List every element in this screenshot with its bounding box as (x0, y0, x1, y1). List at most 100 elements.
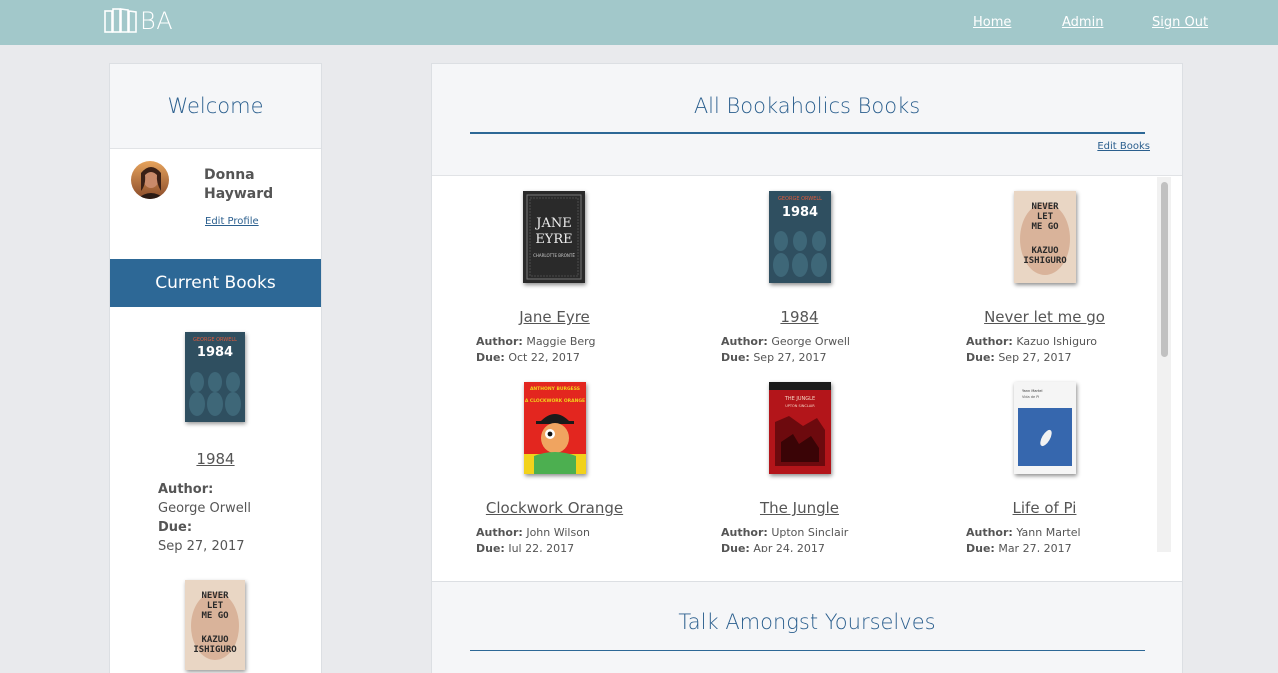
book-meta: Author: Yann Martel Due: Mar 27, 2017 (966, 525, 1081, 552)
svg-text:THE JUNGLE: THE JUNGLE (784, 396, 815, 402)
current-books-title: Current Books (155, 273, 276, 293)
svg-text:EYRE: EYRE (535, 232, 572, 247)
edit-books-link[interactable]: Edit Books (1097, 141, 1150, 152)
svg-text:ANTHONY BURGESS: ANTHONY BURGESS (530, 386, 580, 392)
book-title[interactable]: Never let me go (922, 308, 1167, 326)
cover-clockwork-orange-icon: ANTHONY BURGESS A CLOCKWORK ORANGE (524, 382, 586, 474)
welcome-title: Welcome (167, 94, 264, 118)
talk-title: Talk Amongst Yourselves (678, 610, 936, 634)
top-nav-bar: BA Home Admin Sign Out (0, 0, 1278, 45)
book-logo-icon (104, 8, 137, 33)
current-book-meta: Author: George Orwell Due: Sep 27, 2017 (158, 480, 251, 556)
author-label: Author: (158, 482, 214, 497)
logo[interactable]: BA (104, 6, 173, 36)
current-book-title[interactable]: 1984 (110, 450, 321, 468)
all-books-panel: All Bookaholics Books Edit Books JANE EY… (431, 63, 1183, 583)
all-books-header: All Bookaholics Books Edit Books (432, 64, 1182, 176)
book-cover-never-let-me-go[interactable]: NEVER LET ME GO KAZUO ISHIGURO (1014, 191, 1076, 283)
author-name: George Orwell (158, 501, 251, 516)
due-date: Sep 27, 2017 (998, 351, 1072, 364)
book-cover-clockwork-orange[interactable]: ANTHONY BURGESS A CLOCKWORK ORANGE (524, 382, 586, 474)
book-title[interactable]: The Jungle (677, 499, 922, 517)
svg-text:GEORGE ORWELL: GEORGE ORWELL (778, 196, 822, 202)
due-date: Sep 27, 2017 (158, 539, 245, 554)
svg-text:NEVER: NEVER (201, 591, 229, 601)
book-cover-life-of-pi[interactable]: Yann Martel Vida de Pi (1014, 382, 1076, 474)
book-meta: Author: George Orwell Due: Sep 27, 2017 (721, 334, 850, 366)
author-label: Author: (721, 335, 768, 348)
nav-admin-link[interactable]: Admin (1062, 15, 1103, 30)
welcome-header: Welcome (110, 64, 321, 149)
book-title[interactable]: Clockwork Orange (432, 499, 677, 517)
book-title[interactable]: 1984 (677, 308, 922, 326)
edit-profile-link[interactable]: Edit Profile (205, 216, 259, 227)
cover-never-let-me-go-icon: NEVER LET ME GO KAZUO ISHIGURO (185, 580, 245, 670)
book-meta: Author: John Wilson Due: Jul 22, 2017 (476, 525, 590, 552)
svg-text:LET: LET (207, 601, 224, 611)
author-name: John Wilson (526, 526, 590, 539)
book-cover-1984[interactable]: GEORGE ORWELL 1984 (185, 332, 245, 422)
author-name: Yann Martel (1016, 526, 1081, 539)
due-label: Due: (966, 542, 995, 552)
svg-text:ISHIGURO: ISHIGURO (193, 645, 237, 655)
cover-jane-eyre-icon: JANE EYRE CHARLOTTE BRONTË (523, 191, 585, 283)
talk-panel: Talk Amongst Yourselves (431, 581, 1183, 673)
due-label: Due: (966, 351, 995, 364)
cover-1984-icon: GEORGE ORWELL 1984 (185, 332, 245, 422)
due-date: Apr 24, 2017 (753, 542, 825, 552)
due-date: Sep 27, 2017 (753, 351, 827, 364)
book-title[interactable]: Life of Pi (922, 499, 1167, 517)
svg-text:ME GO: ME GO (201, 611, 229, 621)
svg-text:1984: 1984 (197, 345, 233, 360)
nav-home-link[interactable]: Home (973, 15, 1011, 30)
svg-text:1984: 1984 (782, 205, 818, 220)
svg-text:NEVER: NEVER (1031, 202, 1059, 212)
svg-text:GEORGE ORWELL: GEORGE ORWELL (193, 337, 237, 343)
book-cover-1984[interactable]: GEORGE ORWELL 1984 (769, 191, 831, 283)
book-title[interactable]: Jane Eyre (432, 308, 677, 326)
author-label: Author: (721, 526, 768, 539)
avatar (131, 161, 169, 199)
user-photo-icon (131, 161, 169, 199)
svg-text:Vida de Pi: Vida de Pi (1022, 395, 1039, 399)
cover-never-let-me-go-icon: NEVER LET ME GO KAZUO ISHIGURO (1014, 191, 1076, 283)
books-scrollbar[interactable] (1157, 177, 1171, 552)
author-label: Author: (966, 335, 1013, 348)
book-meta: Author: Kazuo Ishiguro Due: Sep 27, 2017 (966, 334, 1097, 366)
cover-the-jungle-icon: THE JUNGLE UPTON SINCLAIR (769, 382, 831, 474)
book-meta: Author: Upton Sinclair Due: Apr 24, 2017 (721, 525, 848, 552)
svg-text:JANE: JANE (534, 216, 571, 231)
author-name: Upton Sinclair (771, 526, 849, 539)
author-label: Author: (966, 526, 1013, 539)
author-label: Author: (476, 335, 523, 348)
svg-text:ISHIGURO: ISHIGURO (1023, 256, 1067, 266)
book-meta: Author: Maggie Berg Due: Oct 22, 2017 (476, 334, 595, 366)
logo-text: BA (140, 7, 174, 35)
due-date: Oct 22, 2017 (508, 351, 580, 364)
due-label: Due: (158, 520, 193, 535)
svg-text:KAZUO: KAZUO (201, 635, 229, 645)
cover-1984-icon: GEORGE ORWELL 1984 (769, 191, 831, 283)
title-divider (470, 132, 1145, 134)
scrollbar-thumb[interactable] (1161, 182, 1168, 357)
book-cover-the-jungle[interactable]: THE JUNGLE UPTON SINCLAIR (769, 382, 831, 474)
book-cover-jane-eyre[interactable]: JANE EYRE CHARLOTTE BRONTË (523, 191, 585, 283)
talk-divider (470, 650, 1145, 651)
user-profile: Donna Hayward Edit Profile (110, 149, 321, 259)
svg-text:LET: LET (1037, 212, 1054, 222)
due-label: Due: (476, 542, 505, 552)
author-name: Kazuo Ishiguro (1016, 335, 1098, 348)
book-cover-never-let-me-go[interactable]: NEVER LET ME GO KAZUO ISHIGURO (185, 580, 245, 670)
svg-text:CHARLOTTE BRONTË: CHARLOTTE BRONTË (533, 253, 575, 258)
nav-sign-out-link[interactable]: Sign Out (1152, 15, 1208, 30)
svg-text:Yann Martel: Yann Martel (1022, 389, 1042, 393)
svg-text:A CLOCKWORK ORANGE: A CLOCKWORK ORANGE (525, 398, 585, 404)
sidebar: Welcome Donna Hayward Edit Profile Curre… (109, 63, 322, 673)
due-label: Due: (721, 351, 750, 364)
user-name: Donna Hayward (204, 167, 274, 202)
books-grid: JANE EYRE CHARLOTTE BRONTË Jane Eyre Aut… (432, 177, 1182, 552)
due-date: Jul 22, 2017 (508, 542, 575, 552)
svg-text:KAZUO: KAZUO (1031, 246, 1059, 256)
author-label: Author: (476, 526, 523, 539)
due-date: Mar 27, 2017 (998, 542, 1072, 552)
